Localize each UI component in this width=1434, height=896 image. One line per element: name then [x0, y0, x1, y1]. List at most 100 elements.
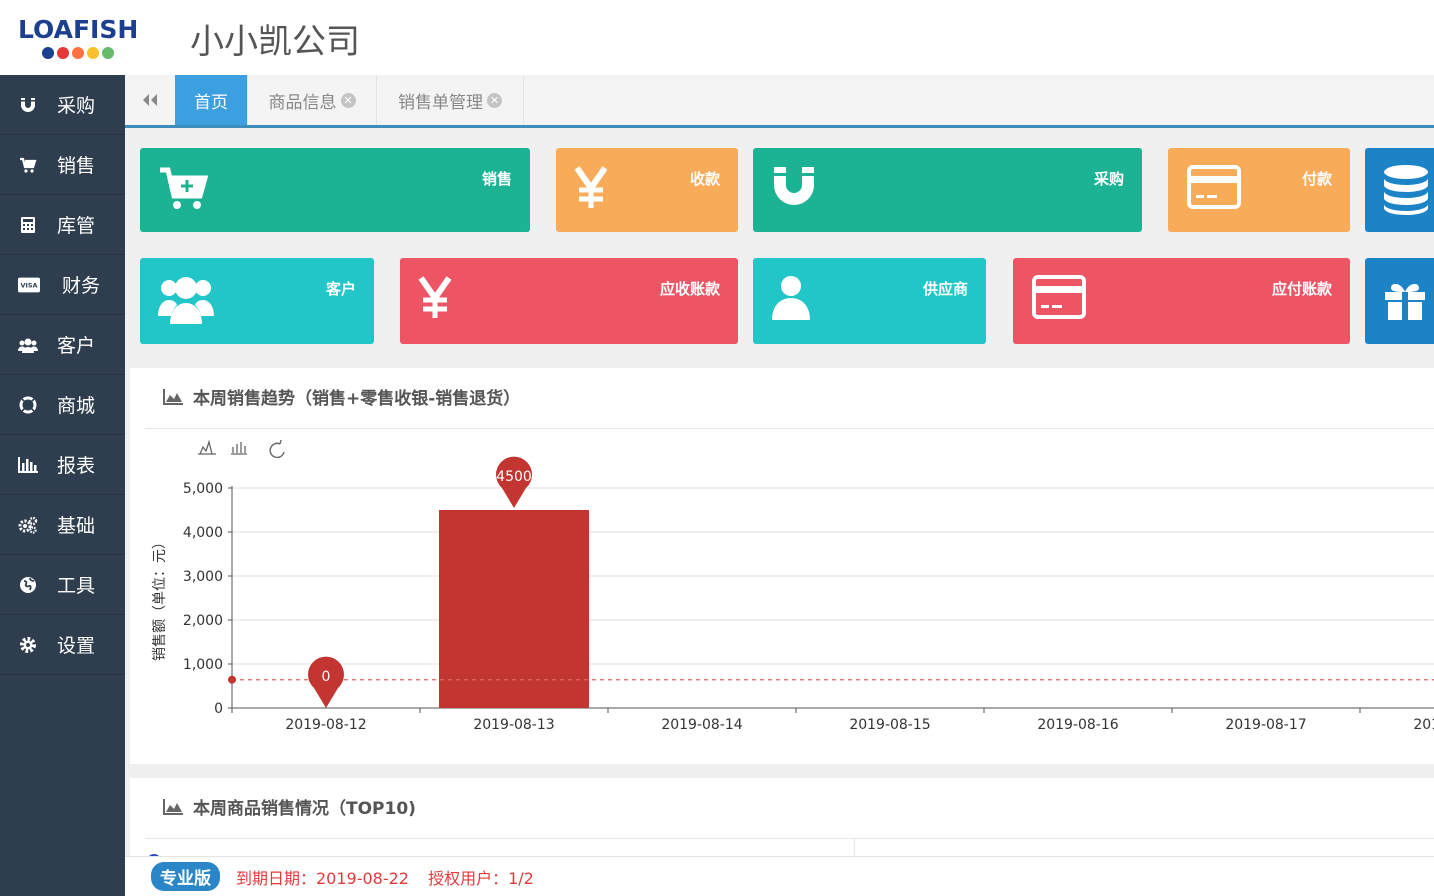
area-chart-icon — [163, 798, 183, 815]
max-marker-label: 4500 — [496, 469, 532, 485]
line-chart-icon — [198, 439, 216, 455]
tile-label: 付款 — [1301, 170, 1332, 188]
users-icon — [158, 274, 214, 330]
panel-title: 本周商品销售情况（TOP10) — [163, 794, 416, 819]
y-tick-label: 2,000 — [183, 613, 223, 629]
logo-dot — [87, 47, 99, 59]
globe-icon — [17, 576, 39, 594]
tab-sales-orders[interactable]: 销售单管理 ✕ — [377, 75, 524, 125]
close-icon[interactable]: ✕ — [487, 92, 502, 108]
logo[interactable]: LOAFISH — [18, 16, 148, 68]
license-info: 到期日期：2019-08-22 授权用户：1/2 — [236, 865, 548, 889]
sidebar-item-basic[interactable]: 基础 — [0, 495, 125, 555]
x-tick-label: 2019-08-13 — [473, 717, 554, 733]
lifebuoy-icon — [17, 396, 39, 414]
tile-label: 应收账款 — [659, 280, 720, 298]
bar-chart-icon — [231, 442, 247, 455]
credit-card-icon — [1031, 274, 1087, 324]
bar-chart-icon — [17, 456, 39, 473]
refresh-icon — [269, 439, 285, 459]
tile-receipt[interactable]: 收款 — [556, 148, 738, 232]
sidebar-item-inventory[interactable]: 库管 — [0, 195, 125, 255]
double-chevron-left-icon — [143, 94, 157, 106]
y-tick-label: 0 — [214, 701, 223, 717]
sidebar-item-label: 报表 — [57, 455, 96, 477]
y-tick-label: 3,000 — [183, 569, 223, 585]
y-tick-label: 4,000 — [183, 525, 223, 541]
logo-dot — [72, 47, 84, 59]
tile-label: 供应商 — [922, 280, 968, 298]
tile-purchase[interactable]: 采购 — [753, 148, 1142, 232]
cart-icon — [17, 156, 39, 174]
tile-gift[interactable] — [1365, 258, 1434, 344]
divider — [145, 838, 1434, 839]
average-line-marker — [228, 675, 236, 684]
close-icon[interactable]: ✕ — [340, 92, 356, 108]
sidebar: 采购 销售 库管 VISA 财务 客户 商城 报表 基础 工具 设置 — [0, 75, 125, 896]
sidebar-item-tools[interactable]: 工具 — [0, 555, 125, 615]
x-tick-label: 2019-08-17 — [1225, 717, 1306, 733]
yen-icon — [574, 164, 608, 214]
magnet-icon — [771, 164, 817, 214]
tile-supplier[interactable]: 供应商 — [753, 258, 986, 344]
divider — [145, 428, 1434, 429]
y-tick-label: 1,000 — [183, 657, 223, 673]
footer: 专业版 到期日期：2019-08-22 授权用户：1/2 — [125, 856, 1434, 896]
y-tick-label: 5,000 — [183, 481, 223, 497]
y-axis-label: 销售额（单位：元） — [152, 535, 168, 661]
tile-customer[interactable]: 客户 — [140, 258, 374, 344]
sidebar-item-label: 销售 — [57, 155, 96, 177]
sidebar-item-mall[interactable]: 商城 — [0, 375, 125, 435]
database-icon — [1383, 164, 1429, 220]
panel-title-text: 本周商品销售情况（TOP10) — [193, 799, 416, 819]
visa-icon: VISA — [18, 277, 40, 293]
tile-label: 应付账款 — [1271, 280, 1332, 298]
tab-scroll-left-button[interactable] — [125, 75, 175, 125]
tile-label: 销售 — [481, 170, 512, 188]
x-tick-label: 2019-08-15 — [849, 717, 930, 733]
tile-receivables[interactable]: 应收账款 — [400, 258, 738, 344]
sidebar-item-label: 基础 — [57, 515, 96, 537]
cart-plus-icon — [158, 164, 209, 216]
user-icon — [771, 274, 811, 326]
logo-dot — [57, 47, 69, 59]
sales-trend-panel: 本周销售趋势（销售+零售收银-销售退货） 0 1,000 2,000 3,000 4,0… — [130, 368, 1434, 764]
sidebar-item-finance[interactable]: VISA 财务 — [0, 255, 125, 315]
tab-product-info[interactable]: 商品信息 ✕ — [248, 75, 377, 125]
company-name: 小小凯公司 — [190, 22, 360, 62]
tile-payables[interactable]: 应付账款 — [1013, 258, 1350, 344]
tile-sales[interactable]: 销售 — [140, 148, 530, 232]
tab-home[interactable]: 首页 — [175, 75, 248, 125]
magnet-icon — [17, 96, 39, 114]
panel-title-text: 本周销售趋势（销售+零售收银-销售退货） — [193, 389, 521, 409]
tile-database[interactable] — [1365, 148, 1434, 232]
x-tick-label: 2019-08-18 — [1413, 717, 1434, 733]
users-icon — [17, 337, 39, 353]
sidebar-item-label: 工具 — [57, 575, 96, 597]
sidebar-item-label: 商城 — [57, 395, 96, 417]
x-tick-label: 2019-08-14 — [661, 717, 742, 733]
gear-icon — [17, 636, 39, 654]
logo-dots — [42, 47, 148, 59]
edition-badge: 专业版 — [151, 862, 220, 891]
sidebar-item-customer[interactable]: 客户 — [0, 315, 125, 375]
header: LOAFISH 小小凯公司 — [0, 0, 1434, 75]
tile-payment[interactable]: 付款 — [1168, 148, 1350, 232]
tab-bar: 首页 商品信息 ✕ 销售单管理 ✕ — [125, 75, 1434, 128]
min-marker-label: 0 — [322, 669, 331, 685]
sidebar-item-purchase[interactable]: 采购 — [0, 75, 125, 135]
sidebar-item-label: 库管 — [57, 215, 96, 237]
main-content: 销售 收款 采购 付款 客户 应收账款 供应商 应付账款 本周销售趋势（销售+零… — [125, 128, 1434, 896]
logo-text: LOAFISH — [18, 15, 139, 44]
sidebar-item-label: 财务 — [62, 275, 101, 297]
sidebar-item-label: 设置 — [57, 635, 96, 657]
sidebar-item-reports[interactable]: 报表 — [0, 435, 125, 495]
svg-text:VISA: VISA — [21, 281, 38, 289]
panel-title: 本周销售趋势（销售+零售收银-销售退货） — [163, 384, 520, 409]
tile-label: 收款 — [689, 170, 720, 188]
gift-icon — [1383, 280, 1427, 324]
logo-dot — [42, 47, 54, 59]
sidebar-item-sales[interactable]: 销售 — [0, 135, 125, 195]
sidebar-item-settings[interactable]: 设置 — [0, 615, 125, 675]
credit-card-icon — [1186, 164, 1242, 214]
